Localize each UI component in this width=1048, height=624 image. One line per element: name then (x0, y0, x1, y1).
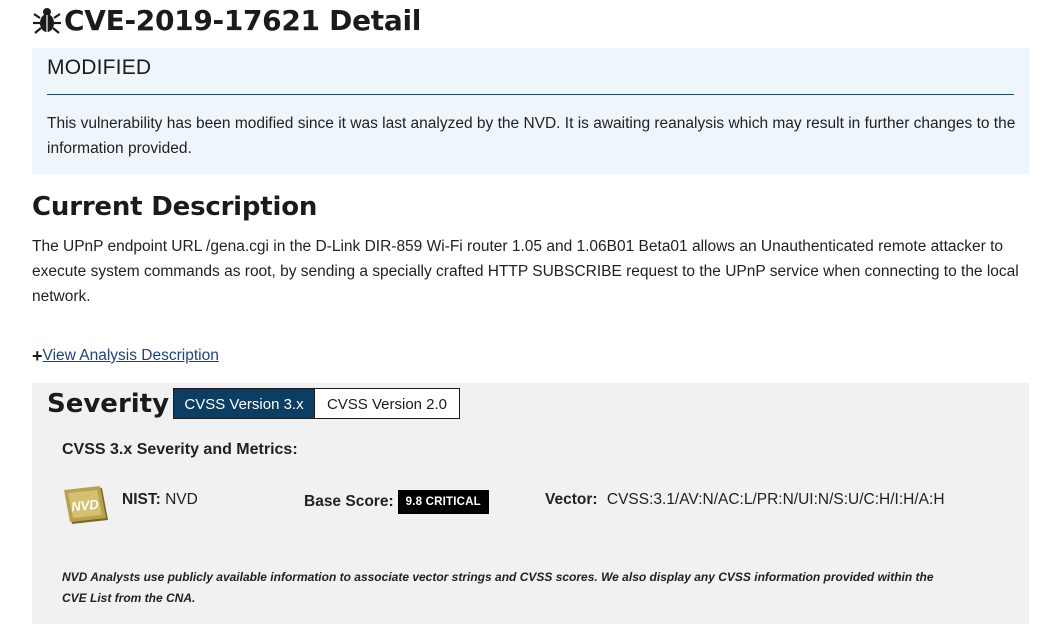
nist-label: NIST: (122, 491, 161, 508)
base-score: Base Score: 9.8 CRITICAL (304, 490, 489, 514)
severity-panel: Severity CVSS Version 3.x CVSS Version 2… (32, 383, 1029, 624)
vector-label: Vector: (545, 491, 598, 508)
banner-divider (47, 94, 1014, 95)
base-score-label: Base Score: (304, 493, 394, 510)
modified-banner: MODIFIED This vulnerability has been mod… (32, 48, 1029, 174)
cvss-version-tabs: CVSS Version 3.x CVSS Version 2.0 (173, 388, 460, 419)
title-row: CVE-2019-17621 Detail (32, 2, 421, 38)
nist-value: NVD (165, 491, 198, 508)
vector: Vector: CVSS:3.1/AV:N/AC:L/PR:N/UI:N/S:U… (545, 491, 945, 509)
plus-icon: + (32, 346, 43, 366)
page-title: CVE-2019-17621 Detail (64, 3, 422, 37)
view-analysis-label[interactable]: View Analysis Description (43, 347, 219, 365)
tab-cvss-2[interactable]: CVSS Version 2.0 (315, 388, 460, 419)
nvd-badge-icon: NVD (62, 484, 112, 528)
view-analysis-link[interactable]: + View Analysis Description (32, 347, 219, 365)
tab-cvss-3x[interactable]: CVSS Version 3.x (173, 388, 315, 419)
severity-heading: Severity (47, 389, 170, 419)
cve-detail-page: CVE-2019-17621 Detail MODIFIED This vuln… (0, 0, 1048, 624)
description-text: The UPnP endpoint URL /gena.cgi in the D… (32, 238, 1019, 305)
base-score-badge[interactable]: 9.8 CRITICAL (397, 490, 489, 514)
banner-text: This vulnerability has been modified sin… (47, 115, 1016, 157)
nvd-badge-label: NVD (71, 497, 100, 515)
nist-source: NIST: NVD (122, 491, 198, 509)
bug-icon (32, 5, 62, 35)
description-heading: Current Description (32, 192, 318, 222)
metrics-heading: CVSS 3.x Severity and Metrics: (62, 441, 298, 458)
analyst-note: NVD Analysts use publicly available info… (62, 570, 934, 605)
vector-value: CVSS:3.1/AV:N/AC:L/PR:N/UI:N/S:U/C:H/I:H… (606, 491, 945, 508)
banner-heading: MODIFIED (47, 56, 152, 79)
